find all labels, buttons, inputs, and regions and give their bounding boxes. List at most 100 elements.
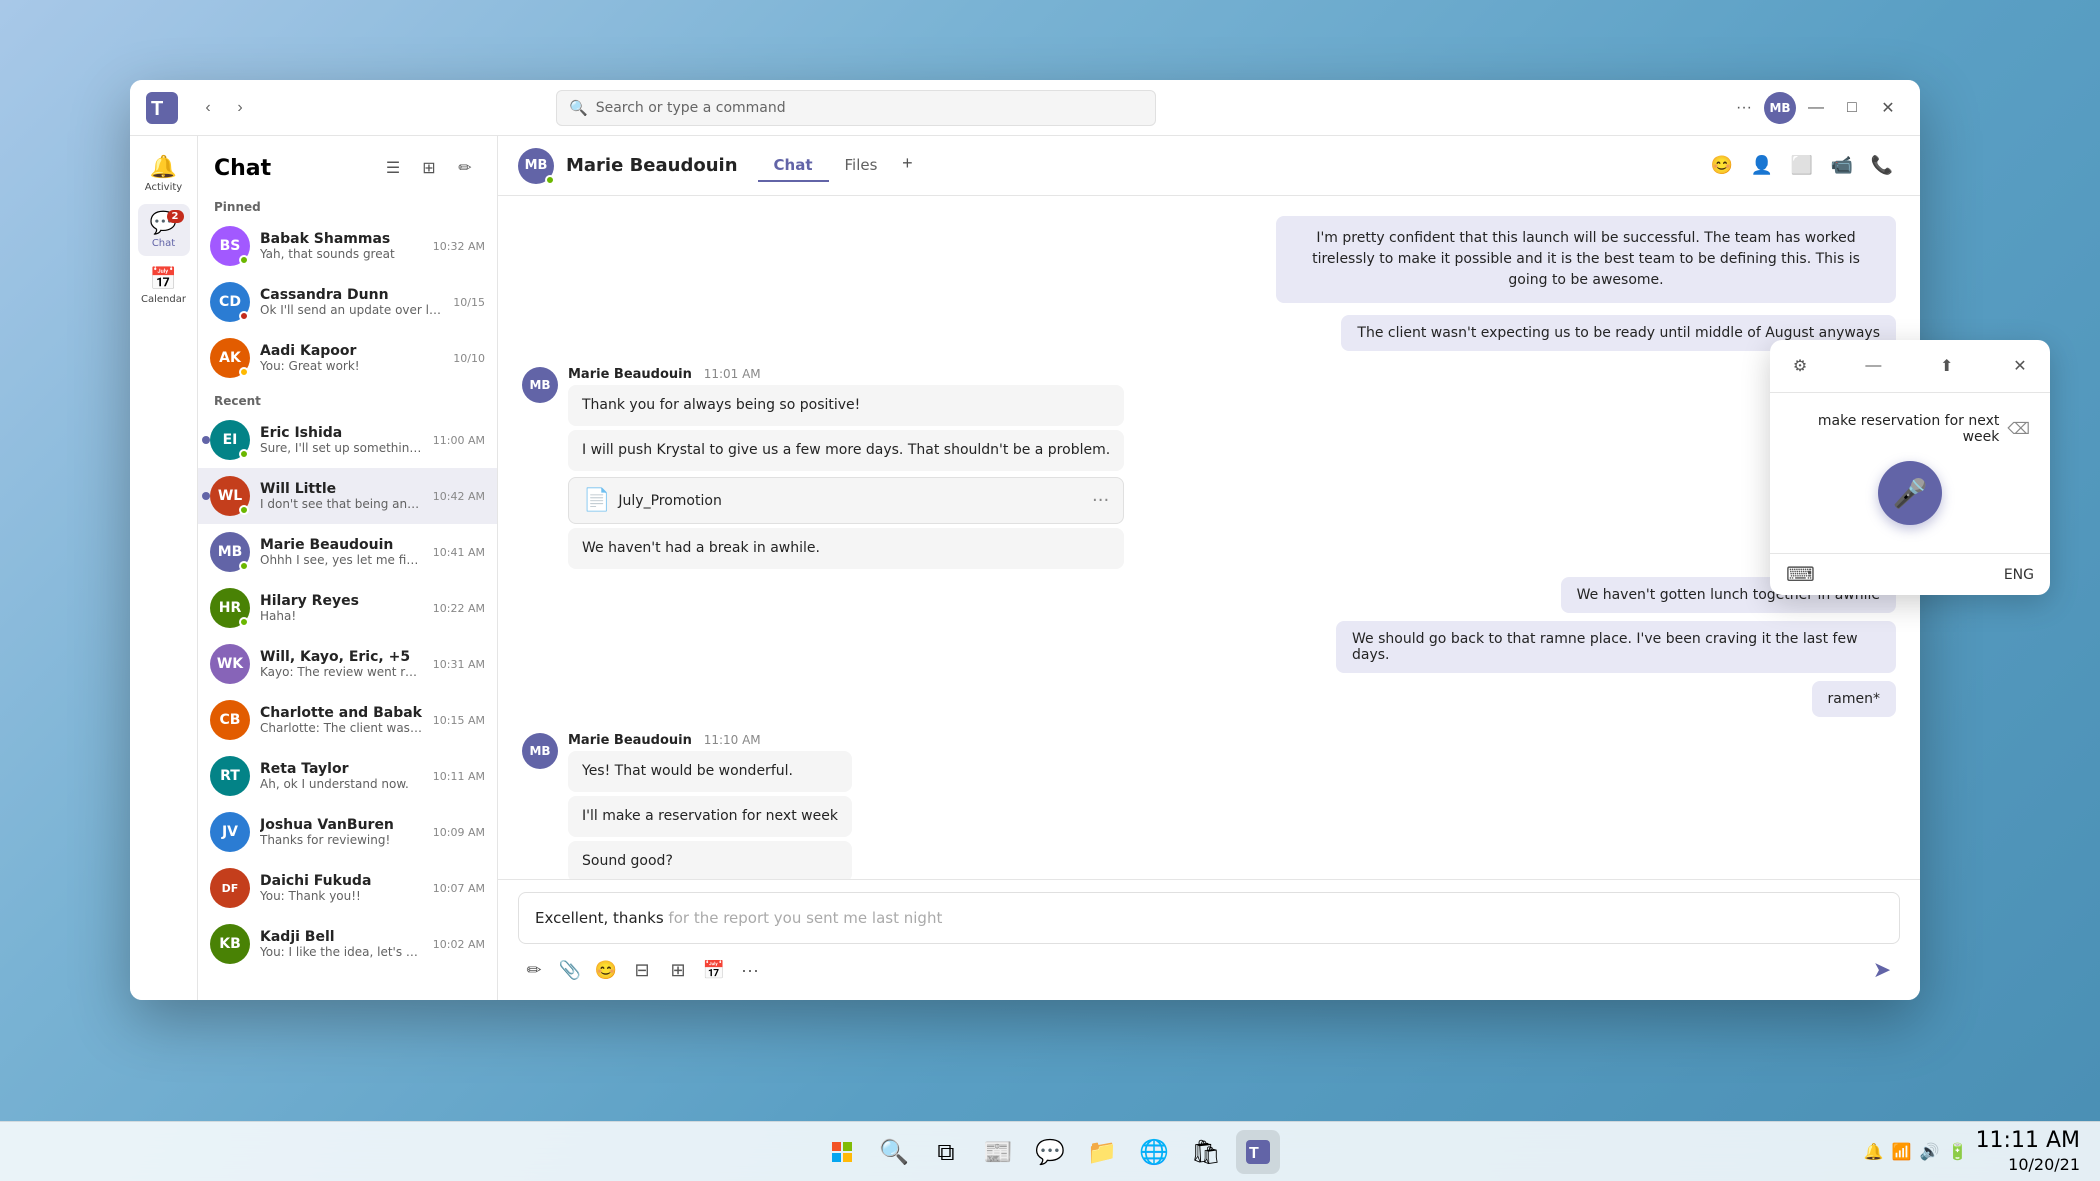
teams-logo-icon: T: [146, 92, 178, 124]
file-word-icon: 📄: [583, 488, 610, 513]
search-placeholder: Search or type a command: [596, 100, 786, 116]
chat-name-will-group: Will, Kayo, Eric, +5: [260, 649, 423, 665]
minimize-button[interactable]: —: [1800, 92, 1832, 124]
voice-upload-button[interactable]: ⬆: [1933, 352, 1961, 380]
chat-name-charlotte: Charlotte and Babak: [260, 705, 423, 721]
participants-button[interactable]: 👤: [1744, 148, 1780, 184]
chat-name-reta: Reta Taylor: [260, 761, 423, 777]
more-input-button[interactable]: ···: [734, 954, 766, 986]
calendar-icon: 📅: [150, 267, 177, 292]
taskbar-notification-icon: 🔔: [1864, 1142, 1884, 1161]
back-button[interactable]: ‹: [194, 94, 222, 122]
avatar-marie: MB: [210, 532, 250, 572]
file-more-button[interactable]: ···: [1092, 490, 1109, 511]
sidebar-icons: 🔔 Activity 💬 Chat 2 📅 Calendar: [130, 136, 198, 1000]
microphone-button[interactable]: 🎤: [1878, 461, 1942, 525]
filter-button[interactable]: ☰: [377, 152, 409, 184]
emoji-input-button[interactable]: 😊: [590, 954, 622, 986]
chat-item-eric[interactable]: EI Eric Ishida Sure, I'll set up somethi…: [198, 412, 497, 468]
chat-time-reta: 10:11 AM: [433, 770, 485, 783]
chat-item-reta[interactable]: RT Reta Taylor Ah, ok I understand now. …: [198, 748, 497, 804]
messages-area[interactable]: I'm pretty confident that this launch wi…: [498, 196, 1920, 879]
new-chat-button[interactable]: ✏: [449, 152, 481, 184]
gif-button[interactable]: ⊟: [626, 954, 658, 986]
sidebar-item-calendar[interactable]: 📅 Calendar: [138, 260, 190, 312]
avatar-cassandra: CD: [210, 282, 250, 322]
maximize-button[interactable]: □: [1836, 92, 1868, 124]
taskbar-taskview-button[interactable]: ⧉: [924, 1130, 968, 1174]
forward-button[interactable]: ›: [226, 94, 254, 122]
voice-backspace-button[interactable]: ⌫: [2007, 419, 2030, 439]
chat-info-babak: Babak Shammas Yah, that sounds great: [260, 231, 423, 261]
message-time-marie-1: 11:01 AM: [704, 367, 761, 381]
message-time-marie-2: 11:10 AM: [704, 733, 761, 747]
chat-header-avatar: MB: [518, 148, 554, 184]
format-button[interactable]: ✏: [518, 954, 550, 986]
chat-item-hilary[interactable]: HR Hilary Reyes Haha! 10:22 AM: [198, 580, 497, 636]
chat-item-aadi[interactable]: AK Aadi Kapoor You: Great work! 10/10: [198, 330, 497, 386]
search-bar[interactable]: 🔍 Search or type a command: [556, 90, 1156, 126]
chat-item-marie[interactable]: MB Marie Beaudouin Ohhh I see, yes let m…: [198, 524, 497, 580]
edit-avatar-button[interactable]: ⊞: [413, 152, 445, 184]
tab-chat[interactable]: Chat: [758, 150, 829, 182]
taskbar-store-button[interactable]: 🛍: [1184, 1130, 1228, 1174]
navigation-buttons: ‹ ›: [194, 94, 254, 122]
close-button[interactable]: ✕: [1872, 92, 1904, 124]
taskbar-chat-button[interactable]: 💬: [1028, 1130, 1072, 1174]
chat-preview-daichi: You: Thank you!!: [260, 889, 423, 903]
taskbar-start-button[interactable]: [820, 1130, 864, 1174]
chat-preview-babak: Yah, that sounds great: [260, 247, 423, 261]
chat-header-name: Marie Beaudouin: [566, 155, 738, 176]
keyboard-switch-button[interactable]: ⌨: [1786, 562, 1815, 587]
voice-minimize-button[interactable]: —: [1859, 352, 1887, 380]
chat-name-hilary: Hilary Reyes: [260, 593, 423, 609]
chat-item-babak[interactable]: BS Babak Shammas Yah, that sounds great …: [198, 218, 497, 274]
message-row-1: I'm pretty confident that this launch wi…: [1276, 216, 1896, 303]
avatar-will-group: WK: [210, 644, 250, 684]
schedule-button[interactable]: 📅: [698, 954, 730, 986]
taskbar-edge-button[interactable]: 🌐: [1132, 1130, 1176, 1174]
avatar-will: WL: [210, 476, 250, 516]
tab-files[interactable]: Files: [829, 150, 894, 182]
more-options-button[interactable]: ···: [1728, 92, 1760, 124]
chat-tabs: Chat Files +: [758, 150, 922, 182]
title-bar: T ‹ › 🔍 Search or type a command ··· MB …: [130, 80, 1920, 136]
video-button[interactable]: 📹: [1824, 148, 1860, 184]
message-input-box[interactable]: Excellent, thanks for the report you sen…: [518, 892, 1900, 944]
taskbar-search-button[interactable]: 🔍: [872, 1130, 916, 1174]
call-button[interactable]: 📞: [1864, 148, 1900, 184]
attach-button[interactable]: 📎: [554, 954, 586, 986]
taskbar-clock[interactable]: 11:11 AM 10/20/21: [1976, 1127, 2080, 1176]
message-row-6: ramen*: [1812, 681, 1896, 717]
taskbar-teams-button[interactable]: T: [1236, 1130, 1280, 1174]
chat-time-eric: 11:00 AM: [433, 434, 485, 447]
emoji-button[interactable]: 😊: [1704, 148, 1740, 184]
user-avatar[interactable]: MB: [1764, 92, 1796, 124]
message-content-marie-1: Marie Beaudouin 11:01 AM Thank you for a…: [568, 367, 1124, 569]
sticker-button[interactable]: ⊞: [662, 954, 694, 986]
chat-preview-aadi: You: Great work!: [260, 359, 443, 373]
sidebar-item-label-chat: Chat: [152, 238, 175, 249]
chat-item-charlotte[interactable]: CB Charlotte and Babak Charlotte: The cl…: [198, 692, 497, 748]
chat-main: MB Marie Beaudouin Chat Files + 😊 👤 ⬜ 📹 …: [498, 136, 1920, 1000]
taskbar-explorer-button[interactable]: 📁: [1080, 1130, 1124, 1174]
share-screen-button[interactable]: ⬜: [1784, 148, 1820, 184]
sidebar-item-activity[interactable]: 🔔 Activity: [138, 148, 190, 200]
chat-item-daichi[interactable]: DF Daichi Fukuda You: Thank you!! 10:07 …: [198, 860, 497, 916]
message-bubble-1: I'm pretty confident that this launch wi…: [1276, 216, 1896, 303]
message-input-text[interactable]: Excellent, thanks for the report you sen…: [535, 909, 1883, 927]
voice-settings-button[interactable]: ⚙: [1786, 352, 1814, 380]
chat-info-aadi: Aadi Kapoor You: Great work!: [260, 343, 443, 373]
chat-item-joshua[interactable]: JV Joshua VanBuren Thanks for reviewing!…: [198, 804, 497, 860]
send-button[interactable]: ➤: [1864, 952, 1900, 988]
voice-close-button[interactable]: ✕: [2006, 352, 2034, 380]
chat-item-kadji[interactable]: KB Kadji Bell You: I like the idea, let'…: [198, 916, 497, 972]
message-file-attachment[interactable]: 📄 July_Promotion ···: [568, 477, 1124, 524]
add-tab-button[interactable]: +: [893, 150, 921, 178]
chat-item-will[interactable]: WL Will Little I don't see that being an…: [198, 468, 497, 524]
message-row-3: MB Marie Beaudouin 11:01 AM Thank you fo…: [522, 367, 1896, 569]
taskbar-widgets-button[interactable]: 📰: [976, 1130, 1020, 1174]
chat-item-will-group[interactable]: WK Will, Kayo, Eric, +5 Kayo: The review…: [198, 636, 497, 692]
chat-item-cassandra[interactable]: CD Cassandra Dunn Ok I'll send an update…: [198, 274, 497, 330]
sidebar-item-chat[interactable]: 💬 Chat 2: [138, 204, 190, 256]
